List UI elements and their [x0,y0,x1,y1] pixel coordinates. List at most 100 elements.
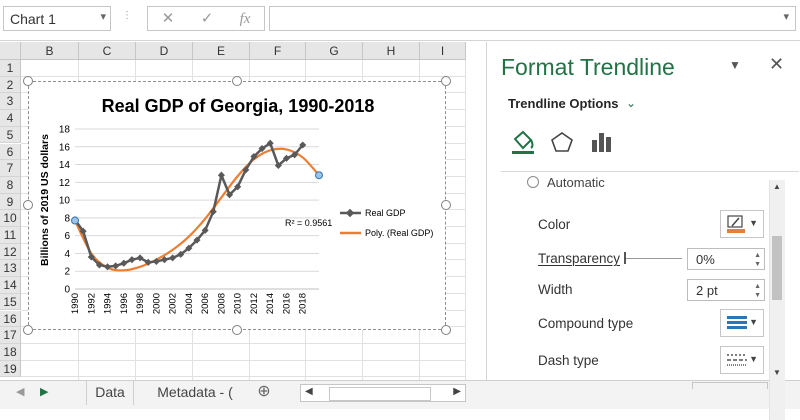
row-header-16[interactable]: 16 [0,310,21,328]
trendline-options-icon[interactable] [589,130,615,154]
chart-title[interactable]: Real GDP of Georgia, 1990-2018 [102,96,375,116]
scroll-left-icon[interactable]: ◀ [16,385,24,398]
scroll-right-arrow-icon[interactable]: ▶ [453,386,461,397]
resize-handle[interactable] [232,76,242,86]
trendline-poly[interactable] [74,147,320,272]
trendline-handle[interactable] [315,171,323,180]
enter-icon[interactable]: ✓ [192,9,222,29]
resize-handle[interactable] [441,76,451,86]
compound-lines-icon [727,316,747,329]
chevron-down-icon[interactable]: ▾ [100,10,106,23]
spin-down-icon[interactable]: ▼ [754,261,761,268]
data-point-marker[interactable] [128,256,136,264]
chevron-down-icon[interactable]: ▼ [749,218,758,228]
scroll-right-icon[interactable]: ▶ [40,385,48,398]
row-header-18[interactable]: 18 [0,343,21,361]
spin-down-icon[interactable]: ▼ [754,292,761,299]
scroll-down-icon[interactable]: ▼ [773,368,781,377]
pane-scrollbar[interactable]: ▲ ▼ [769,180,785,420]
sheet-tab-data[interactable]: Data [86,381,134,405]
spin-up-icon[interactable]: ▲ [754,283,761,290]
row-header-17[interactable]: 17 [0,327,21,344]
row-header-19[interactable]: 19 [0,360,21,378]
row-header-11[interactable]: 11 [0,227,21,244]
x-tick-label: 2016 [281,293,292,314]
plot-area[interactable]: 0246810121416181990 1992 1994 1996 1998 2000 2… [59,125,323,315]
row-header-13[interactable]: 13 [0,260,21,278]
chart-area[interactable]: Real GDP of Georgia, 1990-2018 Billions … [28,81,446,330]
cancel-icon[interactable]: ✕ [153,9,183,29]
data-point-marker[interactable] [209,208,217,216]
chevron-down-icon[interactable]: ▼ [749,354,758,364]
resize-handle[interactable] [441,200,451,210]
more-icon[interactable]: ⋮ [122,11,133,21]
width-input[interactable]: 2 pt ▲ ▼ [687,279,765,301]
transparency-input[interactable]: 0% ▲ ▼ [687,248,765,270]
row-header-12[interactable]: 12 [0,243,21,261]
scroll-left-arrow-icon[interactable]: ◀ [305,386,313,397]
pane-scroll-thumb[interactable] [772,236,782,300]
horizontal-scrollbar[interactable]: ◀ ▶ [300,384,466,402]
fill-line-icon[interactable] [509,129,537,155]
resize-handle[interactable] [23,325,33,335]
pane-options-dropdown-icon[interactable]: ▼ [729,58,741,72]
y-axis-label[interactable]: Billions of 2019 US dollars [39,134,51,266]
automatic-radio[interactable] [527,176,539,188]
data-point-marker[interactable] [169,254,177,262]
resize-handle[interactable] [23,200,33,210]
resize-handle[interactable] [232,325,242,335]
row-header-1[interactable]: 1 [0,60,21,77]
x-tick-label: 2006 [200,293,211,314]
row-header-8[interactable]: 8 [0,176,21,194]
row-header-4[interactable]: 4 [0,110,21,127]
column-header-D[interactable]: D [136,42,193,60]
scroll-up-icon[interactable]: ▲ [773,182,781,191]
transparency-slider-track[interactable] [624,258,682,259]
row-header-6[interactable]: 6 [0,143,21,161]
transparency-value: 0% [696,252,715,267]
data-point-marker[interactable] [217,171,225,179]
chevron-down-icon[interactable]: ⌄ [626,96,636,110]
column-header-C[interactable]: C [79,42,136,60]
row-header-9[interactable]: 9 [0,193,21,211]
effects-icon[interactable] [549,130,575,154]
row-header-10[interactable]: 10 [0,210,21,227]
add-sheet-icon[interactable]: ⊕ [251,381,277,405]
resize-handle[interactable] [441,325,451,335]
color-picker-button[interactable]: ▼ [720,210,764,238]
compound-type-button[interactable]: ▼ [720,309,764,337]
close-icon[interactable]: ✕ [769,54,784,75]
column-header-E[interactable]: E [193,42,250,60]
r-squared-label[interactable]: R² = 0.9561 [285,218,332,228]
sheet-tab-metadata[interactable]: Metadata - ( [140,381,250,405]
column-header-H[interactable]: H [363,42,420,60]
chevron-down-icon[interactable]: ▼ [749,317,758,327]
row-header-15[interactable]: 15 [0,293,21,311]
trendline-handle[interactable] [71,216,79,225]
name-box[interactable]: Chart 1 ▾ [3,6,111,31]
data-point-marker[interactable] [120,259,128,267]
x-tick-label: 2004 [184,293,195,314]
spin-up-icon[interactable]: ▲ [754,252,761,259]
column-header-G[interactable]: G [306,42,363,60]
select-all-corner[interactable] [0,42,21,60]
transparency-slider-thumb[interactable] [624,252,626,264]
row-header-14[interactable]: 14 [0,277,21,294]
column-header-F[interactable]: F [250,42,306,60]
data-point-marker[interactable] [112,262,120,270]
row-header-5[interactable]: 5 [0,126,21,144]
formula-input[interactable]: ▾ [269,6,796,31]
insert-function-icon[interactable]: fx [230,9,260,29]
row-header-7[interactable]: 7 [0,160,21,177]
dash-type-button[interactable]: ▼ [720,346,764,374]
y-tick-label: 4 [64,249,70,260]
expand-formula-icon[interactable]: ▾ [783,10,789,23]
row-header-3[interactable]: 3 [0,93,21,111]
resize-handle[interactable] [23,76,33,86]
column-header-B[interactable]: B [21,42,79,60]
row-header-2[interactable]: 2 [0,76,21,94]
scroll-thumb[interactable] [329,387,431,401]
legend[interactable]: Real GDP Poly. (Real GDP) [340,208,433,238]
trendline-options-tab[interactable]: Trendline Options [508,96,619,111]
column-header-I[interactable]: I [420,42,466,60]
